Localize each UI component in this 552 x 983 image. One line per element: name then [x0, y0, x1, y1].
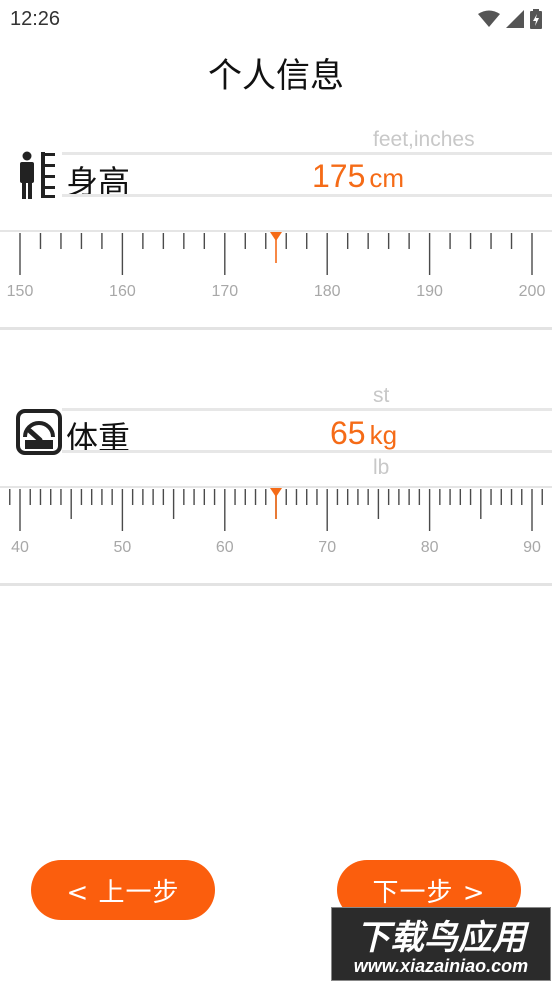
- weight-ruler-indicator-icon: [270, 488, 282, 497]
- battery-charging-icon: [530, 9, 542, 29]
- height-unit[interactable]: cm: [369, 163, 404, 193]
- wifi-icon: [478, 10, 500, 27]
- height-ruler-label: 190: [416, 283, 443, 300]
- height-ruler-label: 150: [7, 283, 34, 300]
- weight-ruler-label: 80: [421, 539, 439, 556]
- height-value: 175 cm: [312, 158, 404, 195]
- height-field-top-line: [62, 152, 552, 155]
- height-value-number: 175: [312, 158, 366, 194]
- weight-field-bottom-line: [62, 450, 552, 453]
- height-field-bottom-line: [62, 194, 552, 197]
- height-ruler-label: 170: [211, 283, 238, 300]
- weight-ruler[interactable]: 40 50 60 70 80 90: [0, 485, 552, 565]
- height-ruler-label: 160: [109, 283, 136, 300]
- weight-unit-st[interactable]: st: [373, 384, 389, 408]
- watermark-logo: 下载鸟应用 www.xiazainiao.com: [331, 907, 551, 981]
- weight-value-number: 65: [330, 415, 366, 451]
- section-divider: [0, 327, 552, 330]
- weight-unit-lb[interactable]: lb: [373, 456, 389, 480]
- weight-ruler-label: 70: [318, 539, 336, 556]
- weight-value: 65 kg: [330, 415, 397, 452]
- height-ruler-label: 180: [314, 283, 341, 300]
- scale-icon: [16, 409, 62, 455]
- weight-ruler-label: 60: [216, 539, 234, 556]
- signal-icon: [506, 10, 524, 28]
- section-divider: [0, 583, 552, 586]
- height-ruler-indicator-icon: [270, 232, 282, 241]
- weight-ruler-label: 40: [11, 539, 29, 556]
- prev-step-button[interactable]: < 上一步: [31, 860, 215, 920]
- watermark-title: 下载鸟应用: [356, 918, 526, 958]
- height-unit-feet-inches[interactable]: feet,inches: [373, 128, 475, 152]
- height-ruler[interactable]: 150 160 170 180 190 200: [0, 229, 552, 309]
- height-ruler-label: 200: [519, 283, 546, 300]
- weight-ruler-label: 90: [523, 539, 541, 556]
- weight-unit[interactable]: kg: [370, 420, 397, 450]
- weight-ruler-label: 50: [114, 539, 132, 556]
- status-bar: 12:26: [0, 0, 552, 40]
- height-icon: [20, 151, 55, 199]
- status-icons: [478, 8, 542, 30]
- status-time: 12:26: [10, 8, 61, 30]
- weight-field-top-line: [62, 408, 552, 411]
- watermark-url: www.xiazainiao.com: [353, 956, 529, 976]
- page-title: 个人信息: [208, 56, 344, 96]
